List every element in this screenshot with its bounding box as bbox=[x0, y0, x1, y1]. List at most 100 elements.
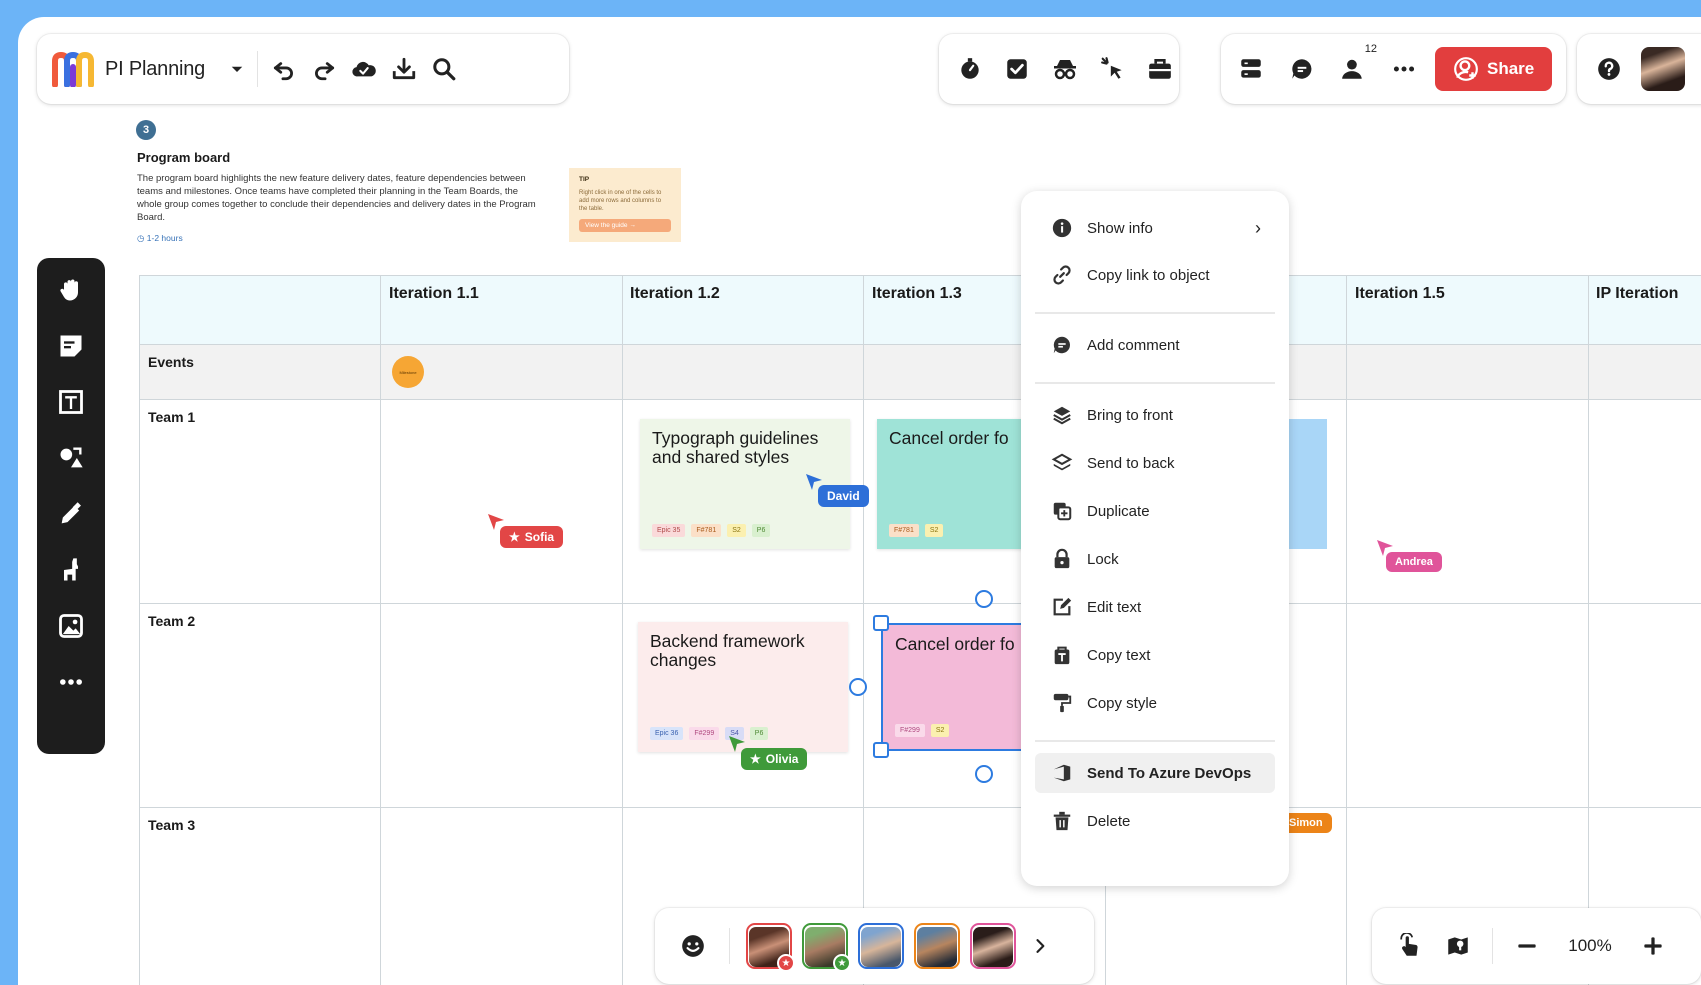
sticky-card-backend[interactable]: Backend framework changes Epic 36 F#299 … bbox=[638, 622, 848, 752]
connector-handle[interactable] bbox=[975, 765, 993, 783]
menu-item-show-info[interactable]: Show info › bbox=[1035, 208, 1275, 248]
share-user-icon bbox=[1454, 57, 1478, 81]
menu-item-send-to-back[interactable]: Send to back bbox=[1035, 443, 1275, 483]
row-header-events[interactable]: Events bbox=[148, 354, 194, 370]
collaborator-avatar-4[interactable] bbox=[914, 923, 960, 969]
menu-item-lock[interactable]: Lock bbox=[1035, 539, 1275, 579]
intro-title: Program board bbox=[137, 150, 231, 165]
connector-handle[interactable] bbox=[975, 590, 993, 608]
sticky-card-cancel-order-selected[interactable]: Cancel order fo F#299 S2 bbox=[881, 623, 1027, 751]
menu-item-label: Show info bbox=[1087, 219, 1153, 237]
sprint-tag: S2 bbox=[924, 524, 944, 537]
collaborator-avatar-3[interactable] bbox=[858, 923, 904, 969]
column-header-iteration-1-3[interactable]: Iteration 1.3 bbox=[872, 285, 962, 303]
toolbox-icon[interactable] bbox=[1141, 49, 1179, 89]
column-header-iteration-1-2[interactable]: Iteration 1.2 bbox=[630, 285, 720, 303]
zoom-out-icon[interactable] bbox=[1507, 926, 1547, 966]
menu-item-add-comment[interactable]: Add comment bbox=[1035, 325, 1275, 365]
feature-tag: F#299 bbox=[895, 724, 925, 737]
card-title: Cancel order fo bbox=[889, 428, 1009, 448]
menu-item-copy-link[interactable]: Copy link to object bbox=[1035, 255, 1275, 295]
cloud-saved-icon[interactable] bbox=[344, 49, 384, 89]
bring-to-front-icon bbox=[1053, 406, 1071, 425]
reactions-emoji-icon[interactable] bbox=[673, 926, 713, 966]
connector-handle[interactable] bbox=[849, 678, 867, 696]
collaborator-avatar-2[interactable]: ★ bbox=[802, 923, 851, 972]
menu-item-duplicate[interactable]: Duplicate bbox=[1035, 491, 1275, 531]
map-navigation-icon[interactable] bbox=[1438, 926, 1478, 966]
board-list-icon[interactable] bbox=[1231, 49, 1271, 89]
trash-icon bbox=[1053, 811, 1071, 831]
cursor-name-sofia: Sofia bbox=[524, 530, 555, 544]
export-download-icon[interactable] bbox=[384, 49, 424, 89]
context-menu: Show info › Copy link to object Add comm… bbox=[1021, 191, 1289, 886]
lock-icon bbox=[1054, 548, 1070, 569]
undo-icon[interactable] bbox=[264, 49, 304, 89]
chevron-right-icon[interactable] bbox=[1026, 926, 1054, 966]
sticky-note-icon[interactable] bbox=[51, 326, 91, 366]
priority-tag: P6 bbox=[751, 524, 771, 537]
search-icon[interactable] bbox=[424, 49, 464, 89]
resize-handle[interactable] bbox=[873, 615, 889, 631]
touch-gesture-icon[interactable] bbox=[1390, 926, 1430, 966]
menu-item-bring-to-front[interactable]: Bring to front bbox=[1035, 395, 1275, 435]
menu-item-copy-text[interactable]: Copy text bbox=[1035, 635, 1275, 675]
pen-icon[interactable] bbox=[51, 494, 91, 534]
duplicate-icon bbox=[1053, 502, 1072, 521]
zoom-level[interactable]: 100% bbox=[1555, 936, 1625, 956]
view-guide-button[interactable]: View the guide → bbox=[579, 219, 671, 232]
menu-item-label: Bring to front bbox=[1087, 406, 1173, 424]
menu-separator bbox=[1035, 312, 1275, 314]
board-menu-chevron-icon[interactable] bbox=[223, 49, 251, 89]
row-header-team-2[interactable]: Team 2 bbox=[148, 613, 195, 629]
attention-cursor-icon[interactable] bbox=[1094, 49, 1132, 89]
arrow-right-icon: → bbox=[629, 222, 636, 229]
menu-item-label: Edit text bbox=[1087, 598, 1142, 616]
column-header-iteration-1-5[interactable]: Iteration 1.5 bbox=[1355, 285, 1445, 303]
share-button[interactable]: Share bbox=[1435, 47, 1553, 91]
timer-icon[interactable] bbox=[951, 49, 989, 89]
epic-tag: Epic 35 bbox=[652, 524, 686, 537]
comments-icon[interactable] bbox=[1282, 49, 1322, 89]
shapes-icon[interactable] bbox=[51, 438, 91, 478]
collaborators-icon[interactable]: 12 bbox=[1333, 43, 1377, 89]
menu-item-edit-text[interactable]: Edit text bbox=[1035, 587, 1275, 627]
column-header-iteration-1-1[interactable]: Iteration 1.1 bbox=[389, 285, 479, 303]
private-mode-icon[interactable] bbox=[1046, 49, 1084, 89]
user-avatar[interactable] bbox=[1641, 47, 1685, 91]
sticky-card-cancel-order-team1[interactable]: Cancel order fo F#781 S2 bbox=[877, 419, 1027, 549]
board-title[interactable]: PI Planning bbox=[105, 58, 205, 81]
more-options-icon[interactable] bbox=[1384, 49, 1424, 89]
menu-item-delete[interactable]: Delete bbox=[1035, 801, 1275, 841]
zoom-in-icon[interactable] bbox=[1633, 926, 1673, 966]
board-canvas[interactable]: PI Planning 12 Share 3 Program board The… bbox=[18, 17, 1701, 985]
avatar-photo bbox=[973, 927, 1013, 967]
miro-logo-icon[interactable] bbox=[51, 51, 95, 87]
resize-handle[interactable] bbox=[873, 742, 889, 758]
column-header-ip-iteration[interactable]: IP Iteration bbox=[1596, 285, 1678, 303]
row-header-team-1[interactable]: Team 1 bbox=[148, 409, 195, 425]
collaborator-avatar-5[interactable] bbox=[970, 923, 1016, 969]
cursor-label: David bbox=[818, 485, 869, 507]
sticky-card-blue[interactable] bbox=[1287, 419, 1327, 549]
paint-roller-icon bbox=[1053, 693, 1072, 713]
collaborator-avatar-1[interactable]: ★ bbox=[746, 923, 795, 972]
intro-duration: ◷ 1-2 hours bbox=[137, 233, 183, 244]
cursor-label: ★ Olivia bbox=[741, 748, 808, 770]
text-tool-icon[interactable] bbox=[51, 382, 91, 422]
sprint-tag: S2 bbox=[930, 724, 950, 737]
more-tools-icon[interactable] bbox=[51, 662, 91, 702]
board-actions-toolbar: 12 Share bbox=[1221, 34, 1566, 104]
help-icon[interactable] bbox=[1589, 49, 1629, 89]
milestone-marker[interactable]: Milestone bbox=[392, 356, 424, 388]
menu-item-copy-style[interactable]: Copy style bbox=[1035, 683, 1275, 723]
upload-image-icon[interactable] bbox=[51, 606, 91, 646]
avatar-photo bbox=[861, 927, 901, 967]
row-header-team-3[interactable]: Team 3 bbox=[148, 817, 195, 833]
tip-card[interactable]: TIP Right click in one of the cells to a… bbox=[569, 168, 681, 242]
templates-llama-icon[interactable] bbox=[51, 550, 91, 590]
voting-checkbox-icon[interactable] bbox=[999, 49, 1037, 89]
hand-pan-icon[interactable] bbox=[51, 270, 91, 310]
redo-icon[interactable] bbox=[304, 49, 344, 89]
menu-item-send-to-azure-devops[interactable]: Send To Azure DevOps bbox=[1035, 753, 1275, 793]
